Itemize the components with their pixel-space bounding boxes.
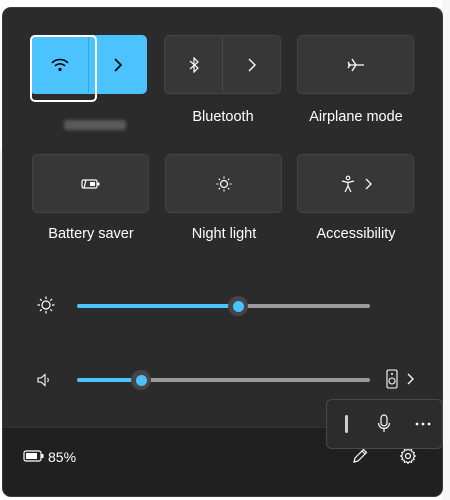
bluetooth-toggle-button[interactable] — [165, 36, 222, 93]
background-app-right — [442, 0, 450, 500]
more-icon — [415, 422, 431, 426]
airplane-mode-tile[interactable] — [297, 35, 414, 94]
voice-access-popup — [326, 399, 443, 449]
popup-grip-button[interactable] — [327, 400, 365, 448]
brightness-fill — [77, 304, 239, 308]
speaker-icon[interactable] — [36, 372, 52, 388]
gear-icon[interactable] — [399, 447, 417, 465]
wifi-expand-button[interactable] — [88, 36, 146, 93]
speaker-device-icon[interactable] — [386, 369, 398, 389]
more-options-button[interactable] — [404, 400, 442, 448]
volume-thumb[interactable] — [131, 370, 152, 390]
wifi-icon — [50, 58, 69, 72]
night-light-tile[interactable] — [165, 154, 282, 213]
volume-slider-row — [3, 365, 442, 395]
bluetooth-icon — [188, 56, 200, 73]
accessibility-tile[interactable] — [297, 154, 414, 213]
brightness-slider-row — [3, 291, 442, 321]
bluetooth-label: Bluetooth — [192, 109, 254, 125]
chevron-right-icon — [364, 178, 372, 190]
airplane-mode-label: Airplane mode — [309, 109, 403, 125]
battery-saver-label: Battery saver — [48, 226, 134, 242]
accessibility-icon — [340, 175, 356, 193]
battery-saver-icon — [80, 178, 101, 190]
bluetooth-tile[interactable] — [164, 35, 281, 94]
airplane-icon — [346, 57, 365, 73]
wifi-network-name-redacted — [64, 120, 126, 130]
night-light-label: Night light — [191, 226, 257, 242]
microphone-icon — [377, 414, 391, 434]
output-chevron-right-icon[interactable] — [406, 373, 414, 385]
pencil-icon[interactable] — [351, 447, 369, 465]
bluetooth-expand-button[interactable] — [222, 36, 280, 93]
battery-saver-tile[interactable] — [32, 154, 149, 213]
brightness-thumb[interactable] — [228, 296, 249, 316]
accessibility-label: Accessibility — [316, 226, 396, 242]
wifi-toggle-button[interactable] — [31, 36, 88, 93]
brightness-icon — [36, 295, 56, 315]
chevron-right-icon — [113, 57, 123, 72]
battery-percentage[interactable]: 85% — [48, 449, 76, 465]
battery-icon[interactable] — [23, 450, 45, 462]
grip-icon — [344, 415, 348, 433]
microphone-button[interactable] — [365, 400, 403, 448]
night-light-icon — [215, 175, 233, 193]
chevron-right-icon — [247, 58, 257, 72]
wifi-tile[interactable] — [30, 35, 147, 94]
